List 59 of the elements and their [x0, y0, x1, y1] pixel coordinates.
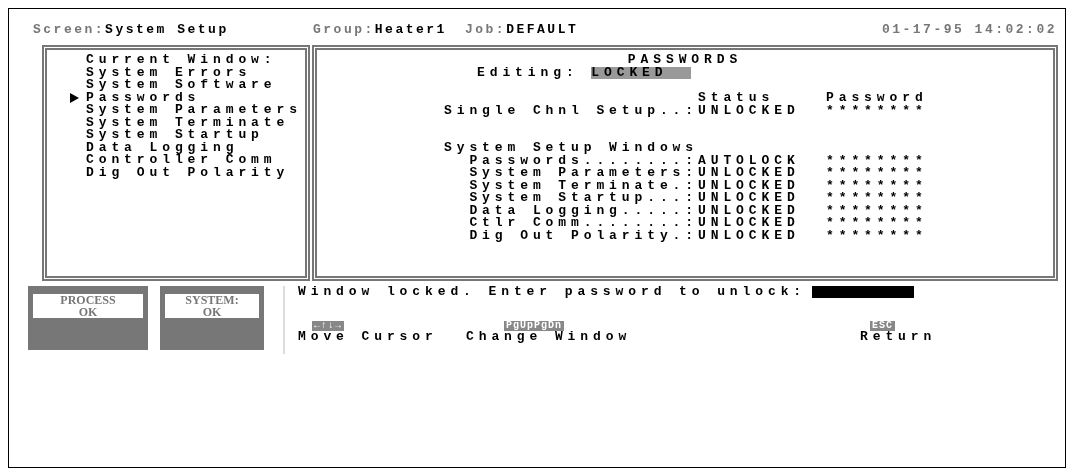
password-mask: ******** — [826, 179, 929, 192]
password-mask: ******** — [826, 217, 929, 230]
window-list-item[interactable]: Data Logging — [86, 141, 239, 154]
lock-status: UNLOCKED — [698, 167, 801, 180]
column-heading: Password — [826, 92, 929, 105]
setting-label: System Parameters: — [468, 167, 698, 180]
setting-label: Passwords........: — [469, 154, 698, 167]
setting-label: System Terminate.: — [468, 179, 698, 192]
indicator-name: SYSTEM: — [165, 294, 259, 306]
date-time: 01-17-95 14:02:02 — [881, 24, 1057, 39]
lock-status: UNLOCKED — [698, 217, 801, 230]
key-hint: ←↑↓→ — [312, 320, 344, 331]
setting-label: Dig Out Polarity.: — [468, 229, 698, 242]
password-mask: ******** — [826, 229, 929, 242]
key-action: Move Cursor — [298, 331, 439, 344]
editing-label: Editing: — [477, 64, 580, 80]
job-label: Job: — [464, 22, 507, 37]
password-field[interactable] — [812, 286, 915, 299]
screen-value: System Setup — [105, 22, 229, 37]
setting-label: System Startup...: — [468, 192, 698, 205]
setting-label: Ctlr Comm........: — [468, 217, 698, 230]
window-list-item[interactable]: Dig Out Polarity — [86, 166, 290, 179]
password-mask: ******** — [826, 104, 929, 117]
window-list-item[interactable]: System Software — [86, 79, 277, 92]
password-mask: ******** — [826, 204, 929, 217]
job-value: DEFAULT — [506, 22, 579, 37]
window-list-item[interactable]: Controller Comm — [86, 154, 277, 167]
window-list-item[interactable]: System Terminate — [86, 116, 290, 129]
lock-status: AUTOLOCK — [698, 154, 801, 167]
password-mask: ******** — [826, 192, 929, 205]
password-mask: ******** — [826, 167, 929, 180]
indicator-name: PROCESS — [33, 294, 143, 306]
prompt-text: Window locked. Enter password to unlock: — [298, 286, 807, 299]
window-list-item[interactable]: Passwords — [86, 91, 201, 104]
group-label: Group: — [313, 22, 375, 37]
window-list-item[interactable]: System Errors — [86, 66, 252, 79]
panel-title: PASSWORDS — [626, 54, 744, 67]
setting-label: Data Logging.....: — [468, 204, 698, 217]
setting-label: Single Chnl Setup..: — [444, 104, 698, 117]
window-list-item[interactable]: System Parameters — [86, 104, 302, 117]
window-list-item[interactable]: System Startup — [86, 129, 264, 142]
screen-label: Screen: — [33, 22, 106, 37]
indicator-value: OK — [165, 306, 259, 318]
password-mask: ******** — [826, 154, 929, 167]
group-value: Heater1 — [374, 22, 447, 37]
key-hint: ESC — [870, 320, 895, 331]
section-heading: System Setup Windows — [444, 142, 700, 155]
column-heading: Status — [698, 92, 776, 105]
menu-title: Current Window: — [85, 54, 278, 67]
lock-status: UNLOCKED — [698, 104, 801, 117]
lock-status: UNLOCKED — [698, 179, 801, 192]
key-hint: PgUpPgDn — [504, 320, 564, 331]
lock-status: UNLOCKED — [698, 204, 801, 217]
lock-status: UNLOCKED — [698, 192, 801, 205]
key-action: Return — [860, 331, 937, 344]
key-action: Change Window — [466, 331, 633, 344]
indicator-value: OK — [33, 306, 143, 318]
editing-status: LOCKED — [591, 66, 692, 79]
lock-status: UNLOCKED — [698, 229, 801, 242]
